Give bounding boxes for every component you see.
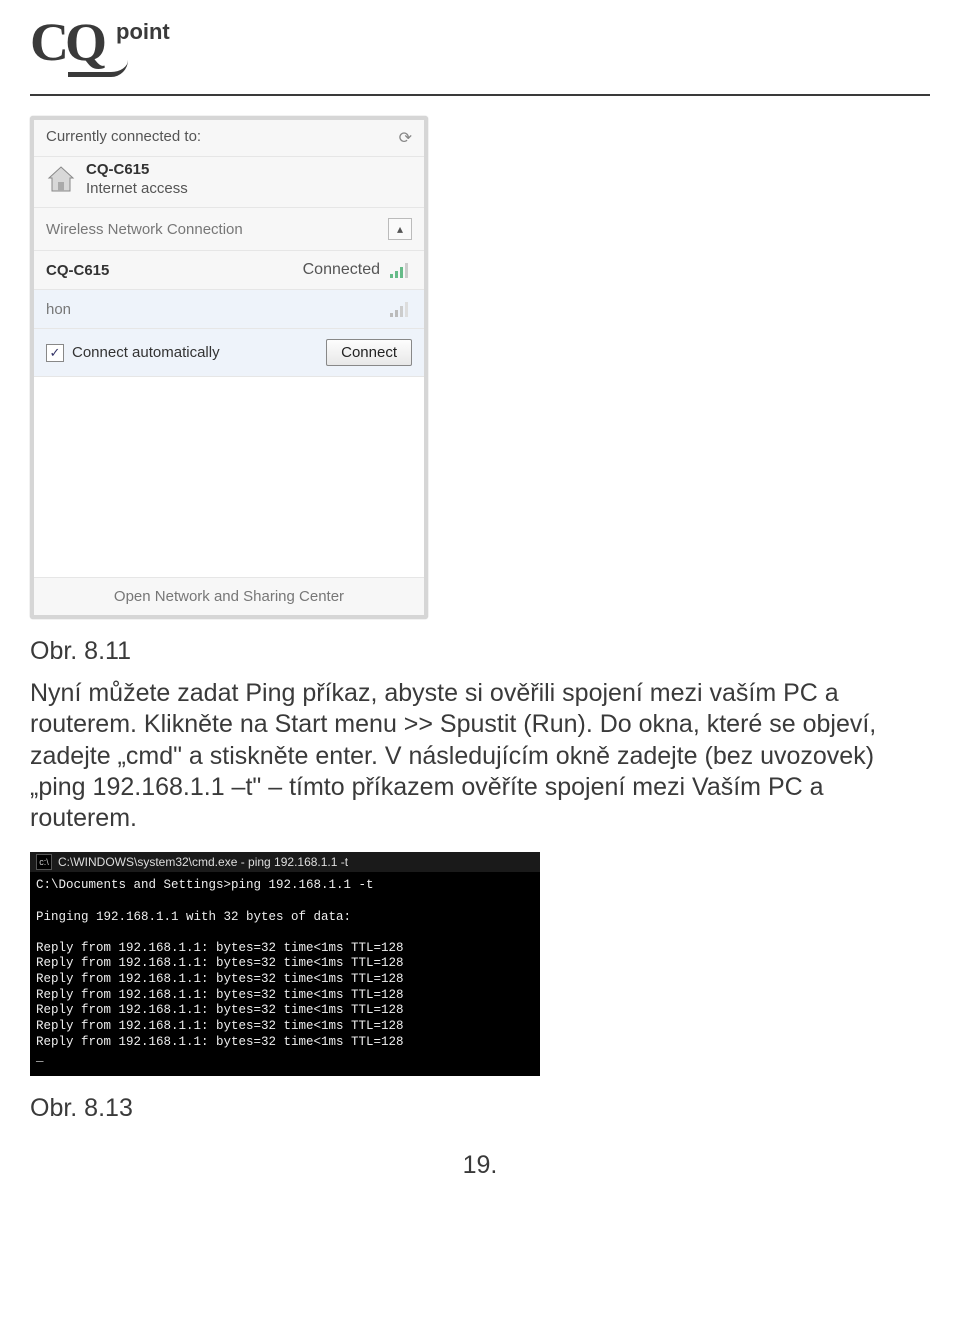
wp-network-name: CQ-C615	[86, 161, 188, 178]
connect-auto-checkbox[interactable]: ✓	[46, 344, 64, 362]
cmd-reply: Reply from 192.168.1.1: bytes=32 time<1m…	[36, 1019, 404, 1033]
cmd-reply: Reply from 192.168.1.1: bytes=32 time<1m…	[36, 956, 404, 970]
cmd-pinging: Pinging 192.168.1.1 with 32 bytes of dat…	[36, 910, 351, 924]
cmd-reply: Reply from 192.168.1.1: bytes=32 time<1m…	[36, 1003, 404, 1017]
chevron-up-icon[interactable]: ▴	[388, 218, 412, 240]
body-paragraph: Nyní můžete zadat Ping příkaz, abyste si…	[30, 678, 930, 834]
wp-net1-name: CQ-C615	[46, 262, 109, 279]
cmd-title-text: C:\WINDOWS\system32\cmd.exe - ping 192.1…	[58, 855, 348, 870]
wp-footer-link[interactable]: Open Network and Sharing Center	[34, 578, 424, 615]
cmd-body: C:\Documents and Settings>ping 192.168.1…	[30, 872, 540, 1076]
header-divider	[30, 94, 930, 96]
brand-header: CQ point	[30, 15, 930, 69]
wp-connection-info: CQ-C615 Internet access	[34, 157, 424, 208]
cmd-reply: Reply from 192.168.1.1: bytes=32 time<1m…	[36, 988, 404, 1002]
figure-caption-1: Obr. 8.11	[30, 637, 930, 666]
wp-empty-area	[34, 377, 424, 578]
wp-net2-name: hon	[46, 301, 71, 318]
cmd-reply: Reply from 192.168.1.1: bytes=32 time<1m…	[36, 972, 404, 986]
wp-auto-connect-row: ✓ Connect automatically Connect	[34, 329, 424, 377]
logo-cq: CQ	[30, 15, 103, 69]
cmd-cursor: _	[36, 1050, 44, 1064]
wp-connection-text: CQ-C615 Internet access	[86, 161, 188, 197]
signal-icon	[390, 300, 412, 318]
signal-icon	[390, 261, 412, 279]
wp-network-item-2[interactable]: hon	[34, 290, 424, 329]
wp-net1-status: Connected	[303, 261, 380, 279]
wp-wnc-label: Wireless Network Connection	[46, 221, 243, 238]
logo-point: point	[116, 19, 170, 45]
connect-auto-label: Connect automatically	[72, 344, 220, 361]
cmd-window: c:\ C:\WINDOWS\system32\cmd.exe - ping 1…	[30, 852, 540, 1076]
cmd-reply: Reply from 192.168.1.1: bytes=32 time<1m…	[36, 941, 404, 955]
page-number: 19.	[30, 1151, 930, 1180]
cmd-icon: c:\	[36, 854, 52, 870]
wp-currently-connected-label: Currently connected to:	[46, 128, 201, 145]
figure-caption-2: Obr. 8.13	[30, 1094, 930, 1123]
cmd-titlebar: c:\ C:\WINDOWS\system32\cmd.exe - ping 1…	[30, 852, 540, 872]
logo-swoosh	[68, 60, 128, 77]
wp-network-item-1[interactable]: CQ-C615 Connected	[34, 251, 424, 290]
connect-button[interactable]: Connect	[326, 339, 412, 366]
cmd-reply: Reply from 192.168.1.1: bytes=32 time<1m…	[36, 1035, 404, 1049]
wp-access-label: Internet access	[86, 180, 188, 197]
wp-wnc-row: Wireless Network Connection ▴	[34, 208, 424, 251]
wireless-panel: Currently connected to: ⟳ CQ-C615 Intern…	[30, 116, 428, 619]
house-icon	[46, 165, 76, 193]
wp-currently-connected: Currently connected to: ⟳	[34, 120, 424, 157]
cmd-prompt: C:\Documents and Settings>ping 192.168.1…	[36, 878, 374, 892]
refresh-icon[interactable]: ⟳	[399, 128, 412, 148]
